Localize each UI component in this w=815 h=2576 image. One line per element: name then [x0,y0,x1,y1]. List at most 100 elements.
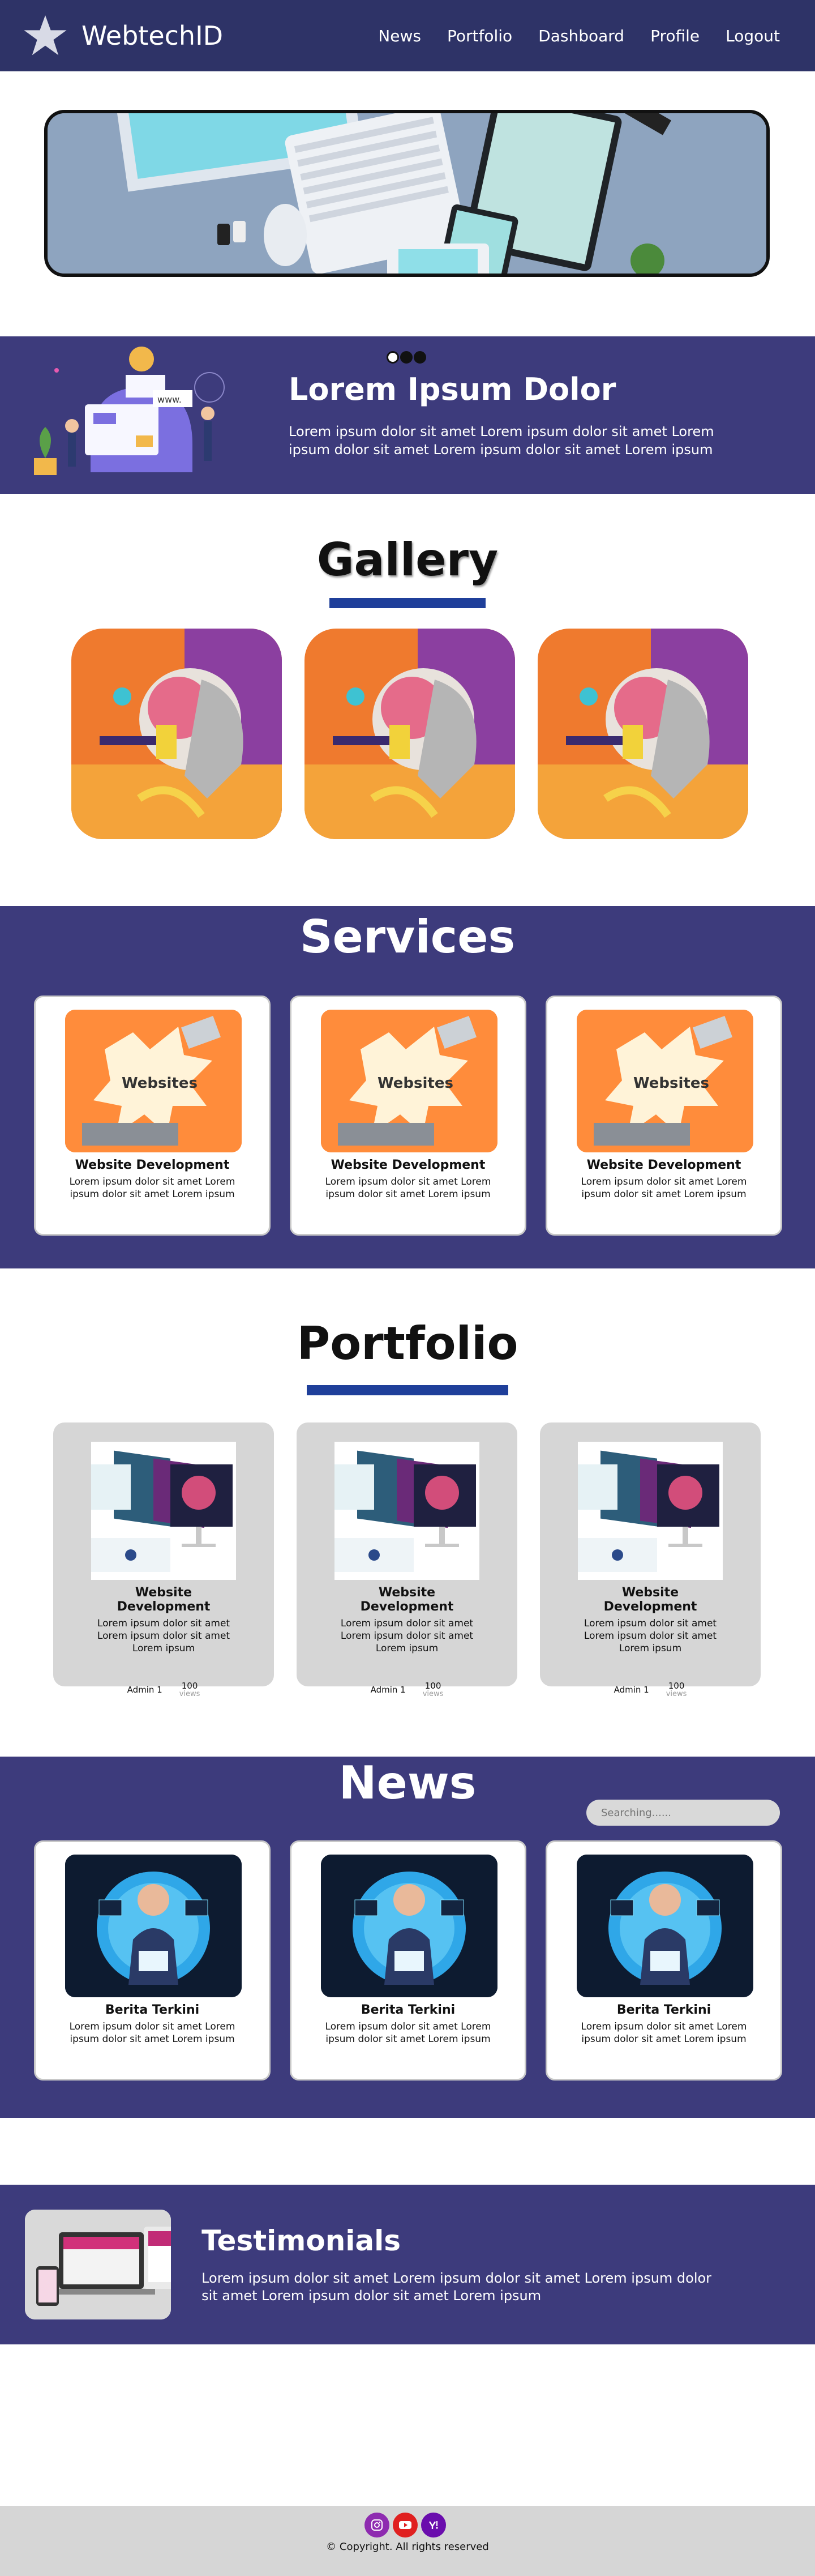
service-image: Websites [65,1010,242,1152]
gallery-section: Gallery [0,494,815,906]
star-logo-icon [24,15,67,55]
services-section: Services Websites Website Development Lo… [0,906,815,1268]
gallery-image-3[interactable] [538,629,748,839]
testimonials-image [25,2210,171,2319]
news-card-title: Berita Terkini [616,2003,711,2017]
portfolio-image [578,1442,723,1580]
services-title: Services [299,911,516,963]
portfolio-image [91,1442,236,1580]
service-image: Websites [577,1010,753,1152]
gallery-underline [329,598,486,608]
portfolio-card-title: Website Development [603,1586,697,1614]
carousel-dot-2[interactable] [400,351,413,364]
news-search-input[interactable] [586,1800,780,1826]
social-links [364,2513,446,2537]
service-card-body: Lorem ipsum dolor sit amet Lorem ipsum d… [325,1176,491,1201]
brand[interactable]: WebtechID [23,13,223,58]
portfolio-title: Portfolio [297,1317,518,1370]
service-image-text: Websites [633,1075,709,1092]
yahoo-icon[interactable] [421,2513,446,2537]
service-card[interactable]: Websites Website Development Lorem ipsum… [34,996,271,1236]
news-card-body: Lorem ipsum dolor sit amet Lorem ipsum d… [581,2021,747,2045]
portfolio-meta: Admin 1 100 views [87,1682,240,1698]
news-card[interactable]: Berita Terkini Lorem ipsum dolor sit ame… [34,1840,271,2081]
portfolio-card[interactable]: Website Development Lorem ipsum dolor si… [297,1422,517,1698]
instagram-icon[interactable] [364,2513,389,2537]
news-card-title: Berita Terkini [105,2003,200,2017]
about-body: Lorem ipsum dolor sit amet Lorem ipsum d… [289,424,714,458]
portfolio-views: 100 views [666,1682,687,1698]
portfolio-meta: Admin 1 100 views [574,1682,727,1698]
news-card[interactable]: Berita Terkini Lorem ipsum dolor sit ame… [290,1840,526,2081]
portfolio-views-label: views [422,1690,444,1699]
hero-slide-image [44,110,770,277]
service-image-text: Websites [378,1075,453,1092]
brand-name: WebtechID [82,20,224,51]
portfolio-image [334,1442,479,1580]
services-grid: Websites Website Development Lorem ipsum… [34,996,782,1236]
nav-profile-link[interactable]: Profile [650,27,700,45]
service-card-title: Website Development [586,1158,741,1172]
portfolio-grid: Website Development Lorem ipsum dolor si… [53,1422,761,1698]
copyright-text: © Copyright. All rights reserved [326,2541,489,2553]
portfolio-views-label: views [666,1690,687,1699]
portfolio-meta: Admin 1 100 views [331,1682,483,1698]
testimonials-section: Testimonials Lorem ipsum dolor sit amet … [0,2185,815,2344]
portfolio-views: 100 views [179,1682,200,1698]
news-section: News Berita Terkini Lorem ipsum dolor si… [0,1757,815,2118]
portfolio-underline [307,1385,508,1395]
portfolio-author: Admin 1 [370,1685,406,1695]
illustration-www-text: www. [157,394,182,405]
service-card-body: Lorem ipsum dolor sit amet Lorem ipsum d… [69,1176,235,1201]
hero-carousel [0,71,815,364]
service-image-text: Websites [122,1075,198,1092]
portfolio-author: Admin 1 [614,1685,649,1695]
news-image [65,1855,242,1997]
service-card[interactable]: Websites Website Development Lorem ipsum… [290,996,526,1236]
about-title: Lorem Ipsum Dolor [289,371,616,408]
portfolio-views-label: views [179,1690,200,1699]
portfolio-author: Admin 1 [127,1685,162,1695]
service-card-body: Lorem ipsum dolor sit amet Lorem ipsum d… [581,1176,747,1201]
news-image [321,1855,497,1997]
gallery-title: Gallery [316,533,499,586]
news-card-title: Berita Terkini [361,2003,456,2017]
gallery-image-2[interactable] [304,629,515,839]
news-card-body: Lorem ipsum dolor sit amet Lorem ipsum d… [325,2021,491,2045]
gallery-grid [71,629,748,839]
nav-portfolio-link[interactable]: Portfolio [447,27,512,45]
news-card-body: Lorem ipsum dolor sit amet Lorem ipsum d… [69,2021,235,2045]
testimonials-title: Testimonials [201,2224,401,2257]
nav-news-link[interactable]: News [378,27,421,45]
gallery-image-1[interactable] [71,629,282,839]
service-card[interactable]: Websites Website Development Lorem ipsum… [546,996,782,1236]
service-card-title: Website Development [75,1158,230,1172]
nav-logout-link[interactable]: Logout [726,27,780,45]
portfolio-card-body: Lorem ipsum dolor sit amet Lorem ipsum d… [340,1618,474,1655]
portfolio-card-title: Website Development [117,1586,211,1614]
news-card[interactable]: Berita Terkini Lorem ipsum dolor sit ame… [546,1840,782,2081]
portfolio-section: Portfolio Website Development Lorem ipsu… [0,1268,815,1757]
navbar: WebtechID News Portfolio Dashboard Profi… [0,0,815,71]
news-grid: Berita Terkini Lorem ipsum dolor sit ame… [34,1840,782,2081]
portfolio-card-title: Website Development [360,1586,454,1614]
portfolio-views: 100 views [423,1682,444,1698]
main-menu: News Portfolio Dashboard Profile Logout [378,27,780,45]
website-illustration: www. [0,336,226,494]
portfolio-card[interactable]: Website Development Lorem ipsum dolor si… [53,1422,274,1698]
youtube-icon[interactable] [393,2513,418,2537]
carousel-dot-3[interactable] [414,351,426,364]
portfolio-card[interactable]: Website Development Lorem ipsum dolor si… [540,1422,761,1698]
testimonials-body: Lorem ipsum dolor sit amet Lorem ipsum d… [201,2270,712,2304]
carousel-dot-1[interactable] [387,351,399,364]
footer: © Copyright. All rights reserved [0,2506,815,2576]
service-image: Websites [321,1010,497,1152]
news-image [577,1855,753,1997]
nav-dashboard-link[interactable]: Dashboard [538,27,624,45]
carousel-dots [387,351,426,364]
service-card-title: Website Development [331,1158,486,1172]
portfolio-card-body: Lorem ipsum dolor sit amet Lorem ipsum d… [97,1618,230,1655]
portfolio-card-body: Lorem ipsum dolor sit amet Lorem ipsum d… [584,1618,717,1655]
